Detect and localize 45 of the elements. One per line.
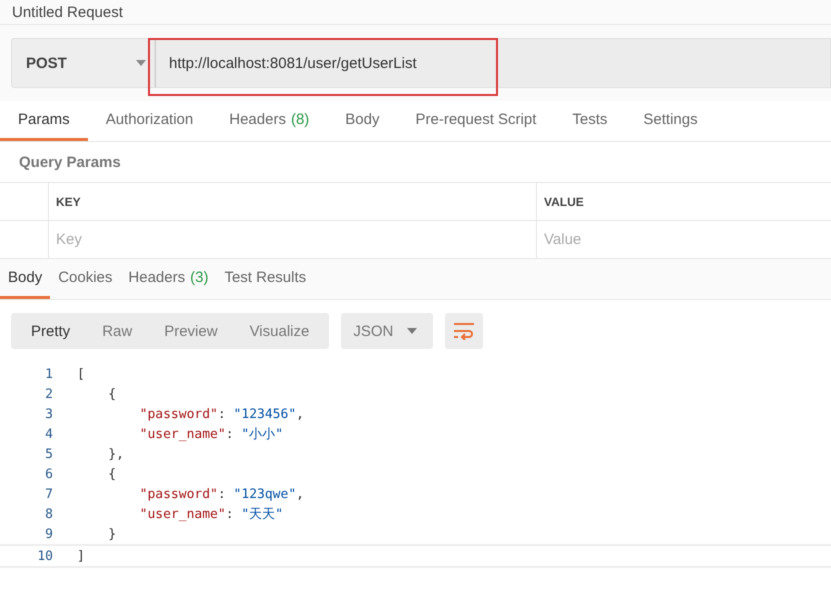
line-number: 2 — [44, 386, 53, 402]
request-tab[interactable]: Pre-request Script — [398, 101, 554, 141]
response-tab[interactable]: Cookies — [50, 259, 120, 299]
response-tab[interactable]: Test Results — [216, 259, 314, 299]
format-dropdown[interactable]: JSON — [341, 313, 434, 349]
request-tab[interactable]: Tests — [554, 101, 626, 141]
view-mode-tab[interactable]: Preview — [148, 313, 234, 349]
request-tab[interactable]: Settings — [625, 101, 716, 141]
code-line: } — [107, 526, 116, 542]
request-tab[interactable]: Params — [0, 101, 88, 141]
param-input[interactable]: Key — [49, 221, 537, 259]
line-number: 8 — [44, 506, 53, 522]
request-tab[interactable]: Body — [327, 101, 398, 141]
wrap-lines-button[interactable] — [445, 313, 484, 349]
line-number: 4 — [44, 426, 53, 442]
code-line: [ — [77, 366, 85, 382]
line-number: 6 — [44, 466, 53, 482]
response-tab[interactable]: Headers (3) — [120, 259, 216, 299]
view-mode-tab[interactable]: Visualize — [234, 313, 326, 349]
code-line: { — [107, 386, 116, 402]
caret-icon — [407, 328, 418, 334]
request-tab[interactable]: Headers (8) — [211, 101, 328, 141]
caret-icon — [136, 60, 146, 66]
line-number: 10 — [36, 548, 53, 564]
request-title: Untitled Request — [12, 4, 123, 20]
line-number: 1 — [44, 366, 53, 382]
code-line: "user_name": "小小" — [138, 426, 284, 443]
line-number: 7 — [44, 486, 53, 502]
line-number: 3 — [44, 406, 53, 422]
code-line: "password": "123456", — [138, 406, 304, 422]
section-title: Query Params — [19, 154, 121, 170]
view-mode-tab[interactable]: Raw — [86, 313, 148, 349]
code-line: ] — [77, 548, 85, 564]
method-dropdown[interactable]: POST — [11, 38, 155, 88]
code-line: "user_name": "天天" — [138, 506, 284, 523]
url-field[interactable]: http://localhost:8081/user/getUserList — [155, 38, 831, 88]
code-line: "password": "123qwe", — [138, 486, 304, 502]
code-line: { — [107, 466, 116, 482]
view-mode-tab[interactable]: Pretty — [15, 313, 86, 349]
response-tab[interactable]: Body — [0, 259, 50, 299]
wrap-icon — [453, 322, 476, 340]
line-number: 5 — [44, 446, 53, 462]
line-number: 9 — [44, 526, 53, 542]
request-tab[interactable]: Authorization — [88, 101, 212, 141]
code-line: }, — [107, 446, 124, 462]
